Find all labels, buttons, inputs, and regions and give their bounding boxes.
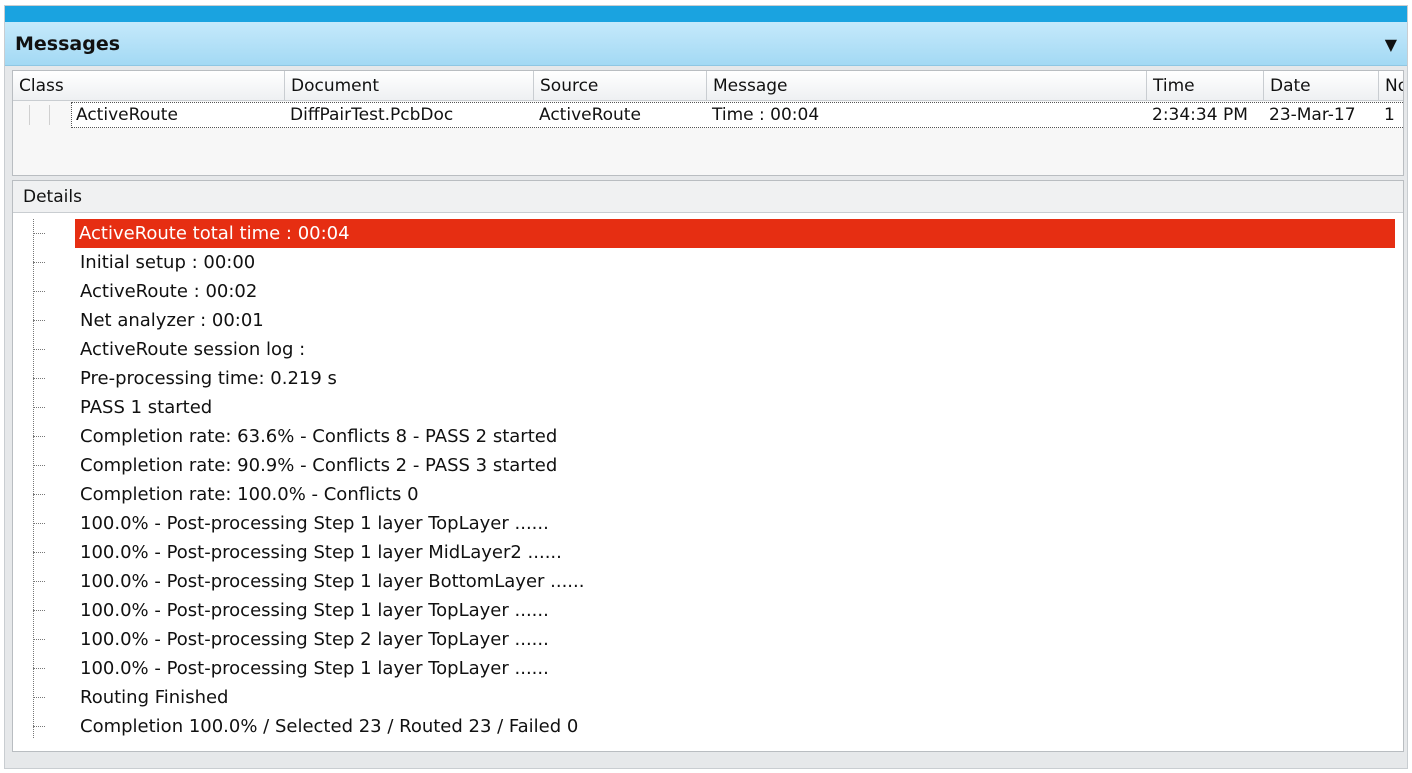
detail-item[interactable]: ActiveRoute session log : (13, 335, 1403, 364)
messages-table: Class Document Source Message Time Date … (12, 70, 1404, 176)
detail-item-text: 100.0% - Post-processing Step 1 layer To… (80, 658, 549, 679)
detail-item[interactable]: 100.0% - Post-processing Step 1 layer To… (13, 596, 1403, 625)
detail-item-text: Routing Finished (80, 687, 229, 708)
details-header: Details (13, 181, 1403, 213)
panel-title-bar[interactable]: Messages ▼ (5, 22, 1407, 66)
cell-message: Time : 00:04 (712, 105, 820, 125)
detail-item-text: Initial setup : 00:00 (80, 252, 256, 273)
detail-item-text: Completion rate: 63.6% - Conflicts 8 - P… (80, 426, 558, 447)
detail-item-text: Completion 100.0% / Selected 23 / Routed… (80, 716, 579, 737)
detail-item[interactable]: Net analyzer : 00:01 (13, 306, 1403, 335)
column-header-time[interactable]: Time (1147, 71, 1264, 101)
detail-item[interactable]: ActiveRoute : 00:02 (13, 277, 1403, 306)
detail-item[interactable]: Pre-processing time: 0.219 s (13, 364, 1403, 393)
panel-title: Messages (15, 33, 121, 55)
column-header-message[interactable]: Message (707, 71, 1147, 101)
column-header-date[interactable]: Date (1264, 71, 1379, 101)
detail-item-text: 100.0% - Post-processing Step 1 layer Bo… (80, 571, 585, 592)
details-panel: Details ActiveRoute total time : 00:04 I… (12, 180, 1404, 752)
detail-item-text: 100.0% - Post-processing Step 2 layer To… (80, 629, 549, 650)
detail-item[interactable]: Completion rate: 63.6% - Conflicts 8 - P… (13, 422, 1403, 451)
detail-item[interactable]: 100.0% - Post-processing Step 1 layer To… (13, 654, 1403, 683)
detail-item[interactable]: Completion 100.0% / Selected 23 / Routed… (13, 712, 1403, 741)
detail-item[interactable]: Routing Finished (13, 683, 1403, 712)
detail-item-text: Pre-processing time: 0.219 s (80, 368, 337, 389)
detail-item[interactable]: 100.0% - Post-processing Step 1 layer Mi… (13, 538, 1403, 567)
detail-item-text: Net analyzer : 00:01 (80, 310, 264, 331)
detail-item[interactable]: PASS 1 started (13, 393, 1403, 422)
cell-source: ActiveRoute (539, 105, 641, 125)
column-header-class[interactable]: Class (13, 71, 285, 101)
detail-item-text: 100.0% - Post-processing Step 1 layer To… (80, 513, 549, 534)
dropdown-arrow-icon[interactable]: ▼ (1385, 35, 1397, 54)
row-indicator (13, 102, 71, 128)
detail-item-text: PASS 1 started (80, 397, 213, 418)
cell-date: 23-Mar-17 (1269, 105, 1356, 125)
column-header-no[interactable]: No (1379, 71, 1403, 101)
detail-item-text: Completion rate: 100.0% - Conflicts 0 (80, 484, 419, 505)
detail-item[interactable]: ActiveRoute total time : 00:04 (13, 219, 1403, 248)
detail-item-text: 100.0% - Post-processing Step 1 layer To… (80, 600, 549, 621)
detail-item[interactable]: Completion rate: 100.0% - Conflicts 0 (13, 480, 1403, 509)
panel-accent-bar (5, 6, 1407, 22)
detail-item[interactable]: Initial setup : 00:00 (13, 248, 1403, 277)
detail-item[interactable]: 100.0% - Post-processing Step 2 layer To… (13, 625, 1403, 654)
detail-item-text: ActiveRoute : 00:02 (80, 281, 258, 302)
detail-item[interactable]: 100.0% - Post-processing Step 1 layer Bo… (13, 567, 1403, 596)
cell-class: ActiveRoute (76, 105, 178, 125)
column-header-document[interactable]: Document (285, 71, 534, 101)
detail-item[interactable]: Completion rate: 90.9% - Conflicts 2 - P… (13, 451, 1403, 480)
detail-item-text: Completion rate: 90.9% - Conflicts 2 - P… (80, 455, 558, 476)
cell-document: DiffPairTest.PcbDoc (290, 105, 454, 125)
messages-table-header: Class Document Source Message Time Date … (13, 71, 1403, 101)
cell-no: 1 (1384, 105, 1395, 125)
detail-item[interactable]: 100.0% - Post-processing Step 1 layer To… (13, 509, 1403, 538)
details-title: Details (23, 187, 82, 207)
detail-item-text: 100.0% - Post-processing Step 1 layer Mi… (80, 542, 562, 563)
detail-item-text: ActiveRoute total time : 00:04 (75, 219, 1395, 248)
table-row[interactable]: ActiveRoute DiffPairTest.PcbDoc ActiveRo… (71, 102, 1403, 128)
cell-time: 2:34:34 PM (1152, 105, 1248, 125)
column-header-source[interactable]: Source (534, 71, 707, 101)
detail-item-text: ActiveRoute session log : (80, 339, 306, 360)
